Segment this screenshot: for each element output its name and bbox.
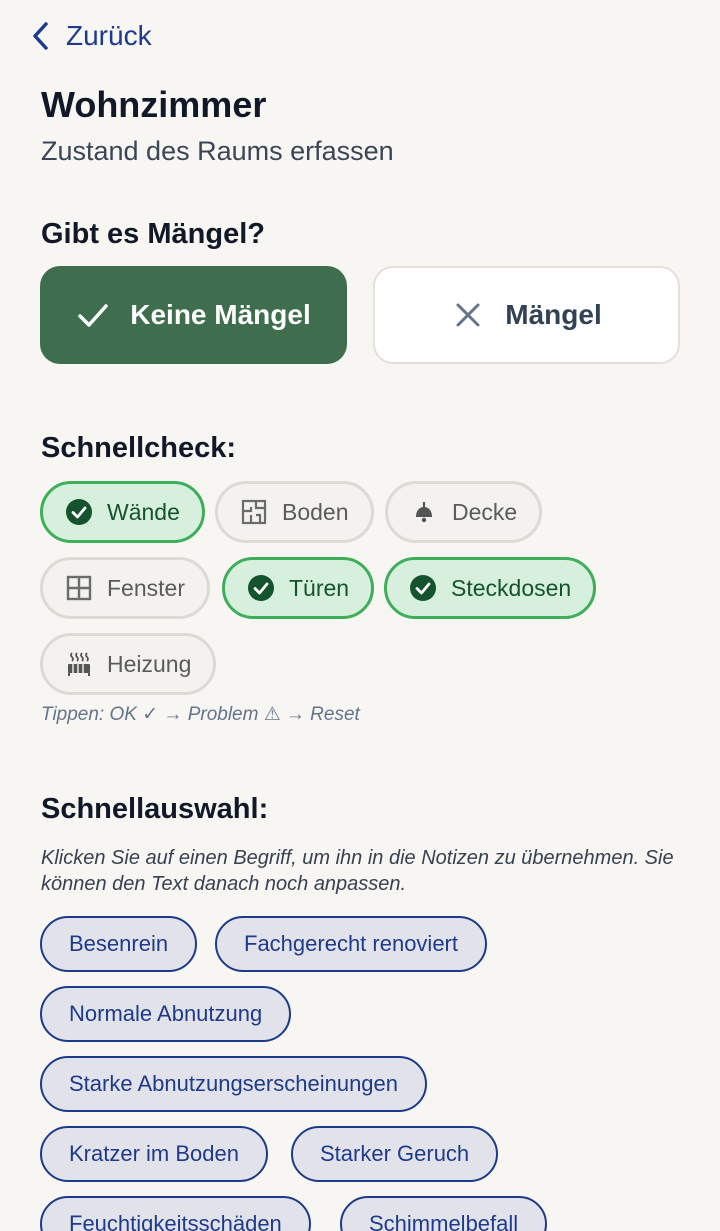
- chip-label: Wände: [107, 498, 180, 525]
- quickcheck-heading: Schnellcheck:: [41, 432, 237, 464]
- defects-question: Gibt es Mängel?: [41, 218, 265, 250]
- back-label: Zurück: [66, 20, 152, 51]
- quickselect-heading: Schnellauswahl:: [41, 793, 269, 825]
- check-circle-icon: [248, 575, 274, 601]
- floorplan-icon: [241, 499, 267, 525]
- chip-label: Decke: [452, 498, 518, 525]
- chevron-left-icon: [33, 22, 48, 50]
- window-icon: [66, 575, 92, 601]
- back-button[interactable]: Zurück: [30, 20, 152, 52]
- ceiling-lamp-icon: [416, 502, 432, 523]
- defects-button[interactable]: Mängel: [373, 266, 680, 364]
- chip-decke[interactable]: Decke: [385, 481, 543, 543]
- chip-waende[interactable]: Wände: [40, 481, 205, 543]
- quickcheck-hint: Tippen: OK ✓ → Problem ⚠ → Reset: [41, 704, 360, 725]
- tag-normale-abnutzung[interactable]: Normale Abnutzung: [40, 986, 292, 1042]
- tag-besenrein[interactable]: Besenrein: [40, 916, 198, 972]
- tag-kratzer-im-boden[interactable]: Kratzer im Boden: [40, 1126, 268, 1182]
- chip-tueren[interactable]: Türen: [222, 557, 375, 619]
- page-subtitle: Zustand des Raums erfassen: [41, 136, 394, 166]
- chip-label: Boden: [282, 498, 349, 525]
- page-title: Wohnzimmer: [41, 84, 267, 125]
- check-circle-icon: [66, 499, 92, 525]
- chip-label: Heizung: [107, 650, 192, 677]
- chip-label: Türen: [289, 574, 350, 601]
- chip-label: Steckdosen: [451, 574, 572, 601]
- tag-feuchtigkeitsschaeden[interactable]: Feuchtigkeitsschäden: [40, 1196, 311, 1231]
- chip-heizung[interactable]: Heizung: [40, 633, 217, 695]
- tag-schimmelbefall[interactable]: Schimmelbefall: [340, 1196, 548, 1231]
- check-circle-icon: [410, 575, 436, 601]
- tag-fachgerecht-renoviert[interactable]: Fachgerecht renoviert: [215, 916, 487, 972]
- chip-fenster[interactable]: Fenster: [40, 557, 210, 619]
- tag-starker-geruch[interactable]: Starker Geruch: [291, 1126, 499, 1182]
- no-defects-label: Keine Mängel: [130, 299, 311, 330]
- no-defects-button[interactable]: Keine Mängel: [40, 266, 347, 364]
- quickselect-description: Klicken Sie auf einen Begriff, um ihn in…: [41, 847, 674, 895]
- checkmark-icon: [78, 304, 108, 327]
- chip-boden[interactable]: Boden: [215, 481, 374, 543]
- chip-label: Fenster: [107, 574, 185, 601]
- tag-starke-abnutzungserscheinungen[interactable]: Starke Abnutzungserscheinungen: [40, 1056, 428, 1112]
- heater-icon: [68, 652, 90, 676]
- chip-steckdosen[interactable]: Steckdosen: [384, 557, 597, 619]
- defects-label: Mängel: [505, 299, 602, 330]
- close-icon: [456, 303, 480, 327]
